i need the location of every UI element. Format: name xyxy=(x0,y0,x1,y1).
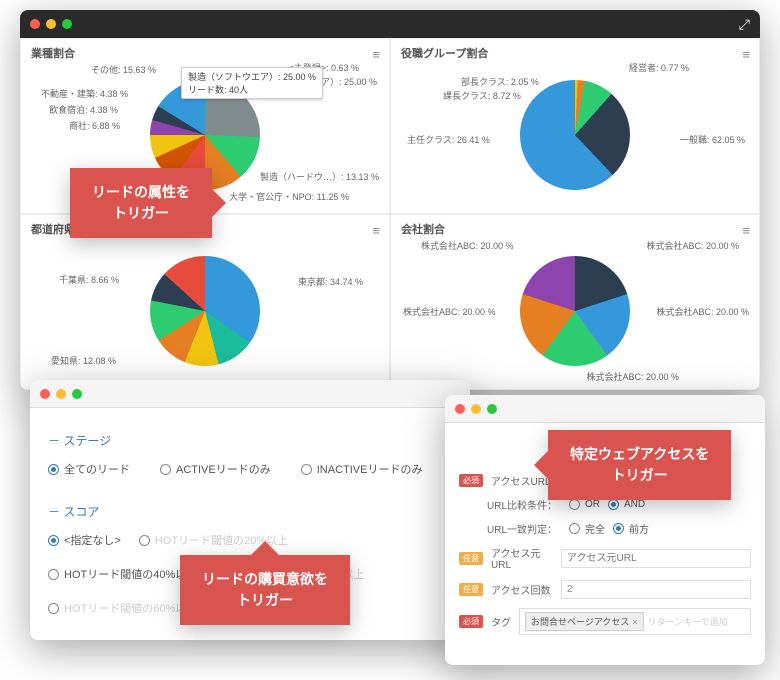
radio-score-none[interactable]: <指定なし> xyxy=(48,532,121,548)
stage-options: 全てのリード ACTIVEリードのみ INACTIVEリードのみ xyxy=(48,461,452,477)
slice-label: 大学・官公庁・NPO: 11.25 % xyxy=(229,190,349,203)
radio-icon xyxy=(608,499,619,510)
panel-menu-icon[interactable]: ≡ xyxy=(742,223,749,238)
radio-icon xyxy=(139,535,150,546)
section-title-stage: － ステージ xyxy=(48,432,452,449)
close-icon[interactable] xyxy=(455,404,465,414)
field-label: URL一致判定： xyxy=(487,521,561,536)
radio-prefix[interactable]: 前方 xyxy=(613,521,649,536)
radio-score-60[interactable]: HOTリード閾値の60%以上 xyxy=(48,600,197,616)
pie-chart-role[interactable] xyxy=(520,80,630,190)
row-referrer: 任意 アクセス元URL xyxy=(459,545,751,571)
panel-role: 役職グループ割合 ≡ 経営者: 0.77 % 部長クラス: 2.05 % 課長ク… xyxy=(390,38,760,214)
panel-title: 役職グループ割合 xyxy=(401,45,749,61)
slice-label: 不動産・建築: 4.38 % xyxy=(41,87,128,100)
tooltip-line: リード数: 40人 xyxy=(188,83,316,96)
tooltip-line: 製造（ソフトウエア）: 25.00 % xyxy=(188,70,316,83)
field-label: アクセス元URL xyxy=(491,545,553,571)
slice-label: 課長クラス: 8.72 % xyxy=(443,89,521,102)
titlebar xyxy=(445,395,765,423)
radio-icon xyxy=(160,464,171,475)
radio-exact[interactable]: 完全 xyxy=(569,521,605,536)
row-match: URL一致判定： 完全 前方 xyxy=(459,521,751,536)
slice-label: 東京都: 34.74 % xyxy=(298,275,363,288)
callout-attribute-trigger: リードの属性を トリガー xyxy=(70,168,212,238)
slice-label: 愛知県: 12.08 % xyxy=(51,354,116,367)
traffic-lights xyxy=(30,19,72,29)
slice-label: 一般職: 62.05 % xyxy=(680,133,745,146)
panel-prefecture: 都道府県割合 ≡ 東京都: 34.74 % 千葉県: 8.66 % 愛知県: 1… xyxy=(20,214,390,390)
radio-icon xyxy=(48,569,59,580)
badge-optional: 任意 xyxy=(459,583,483,596)
row-count: 任意 アクセス回数 xyxy=(459,580,751,599)
panel-title: 業種割合 xyxy=(31,45,379,61)
traffic-lights xyxy=(455,404,497,414)
field-label: アクセス回数 xyxy=(491,582,553,597)
chart-tooltip: 製造（ソフトウエア）: 25.00 % リード数: 40人 xyxy=(181,67,323,99)
minimize-icon[interactable] xyxy=(471,404,481,414)
slice-label: 経営者: 0.77 % xyxy=(629,61,689,74)
tag-placeholder: リターンキーで追加 xyxy=(648,615,728,628)
panel-menu-icon[interactable]: ≡ xyxy=(742,47,749,62)
slice-label: 製造（ハードウ…）: 13.13 % xyxy=(260,170,379,183)
badge-optional: 任意 xyxy=(459,552,483,565)
radio-inactive-only[interactable]: INACTIVEリードのみ xyxy=(301,461,423,477)
slice-label: 商社: 6.88 % xyxy=(69,119,120,132)
pie-chart-company[interactable] xyxy=(520,256,630,366)
slice-label: 株式会社ABC: 20.00 % xyxy=(656,305,749,318)
slice-label: 飲食宿泊: 4.38 % xyxy=(49,103,118,116)
radio-icon xyxy=(613,523,624,534)
zoom-icon[interactable] xyxy=(72,389,82,399)
panel-menu-icon[interactable]: ≡ xyxy=(372,223,379,238)
radio-active-only[interactable]: ACTIVEリードのみ xyxy=(160,461,271,477)
field-label: タグ xyxy=(491,614,511,629)
close-icon[interactable] xyxy=(40,389,50,399)
slice-label: その他: 15.63 % xyxy=(91,63,156,76)
slice-label: 株式会社ABC: 20.00 % xyxy=(646,239,739,252)
slice-label: 株式会社ABC: 20.00 % xyxy=(586,370,679,383)
radio-all-leads[interactable]: 全てのリード xyxy=(48,461,130,477)
panel-company: 会社割合 ≡ 株式会社ABC: 20.00 % 株式会社ABC: 20.00 %… xyxy=(390,214,760,390)
radio-icon xyxy=(301,464,312,475)
badge-required: 必須 xyxy=(459,474,483,487)
count-input[interactable] xyxy=(561,580,751,599)
callout-web-trigger: 特定ウェブアクセスを トリガー xyxy=(548,430,731,500)
minimize-icon[interactable] xyxy=(56,389,66,399)
close-icon[interactable] xyxy=(30,19,40,29)
zoom-icon[interactable] xyxy=(62,19,72,29)
slice-label: 株式会社ABC: 20.00 % xyxy=(403,305,496,318)
badge-required: 必須 xyxy=(459,615,483,628)
callout-intent-trigger: リードの購買意欲を トリガー xyxy=(180,555,350,625)
tag-chip[interactable]: お問合せページアクセス× xyxy=(525,612,644,631)
radio-icon xyxy=(569,523,580,534)
traffic-lights xyxy=(40,389,82,399)
panel-menu-icon[interactable]: ≡ xyxy=(372,47,379,62)
pie-chart-prefecture[interactable] xyxy=(150,256,260,366)
titlebar xyxy=(30,380,470,408)
slice-label: 株式会社ABC: 20.00 % xyxy=(421,239,514,252)
zoom-icon[interactable] xyxy=(487,404,497,414)
slice-label: 主任クラス: 26.41 % xyxy=(407,133,490,146)
tag-input-wrap[interactable]: お問合せページアクセス× リターンキーで追加 xyxy=(519,608,751,635)
radio-icon xyxy=(48,535,59,546)
radio-icon xyxy=(48,464,59,475)
section-title-score: － スコア xyxy=(48,503,452,520)
radio-and[interactable]: AND xyxy=(608,499,645,510)
slice-label: 部長クラス: 2.05 % xyxy=(461,75,539,88)
radio-or[interactable]: OR xyxy=(569,499,600,510)
tag-remove-icon[interactable]: × xyxy=(632,617,637,627)
titlebar: ⤢ xyxy=(20,10,760,38)
radio-icon xyxy=(48,603,59,614)
panel-title: 会社割合 xyxy=(401,221,749,237)
referrer-input[interactable] xyxy=(561,549,751,568)
score-options: <指定なし> HOTリード閾値の20%以上 xyxy=(48,532,452,548)
expand-icon[interactable]: ⤢ xyxy=(739,16,750,33)
minimize-icon[interactable] xyxy=(46,19,56,29)
radio-icon xyxy=(569,499,580,510)
radio-score-40[interactable]: HOTリード閾値の40%以上 xyxy=(48,566,197,582)
slice-label: 千葉県: 8.66 % xyxy=(59,273,119,286)
row-tag: 必須 タグ お問合せページアクセス× リターンキーで追加 xyxy=(459,608,751,635)
